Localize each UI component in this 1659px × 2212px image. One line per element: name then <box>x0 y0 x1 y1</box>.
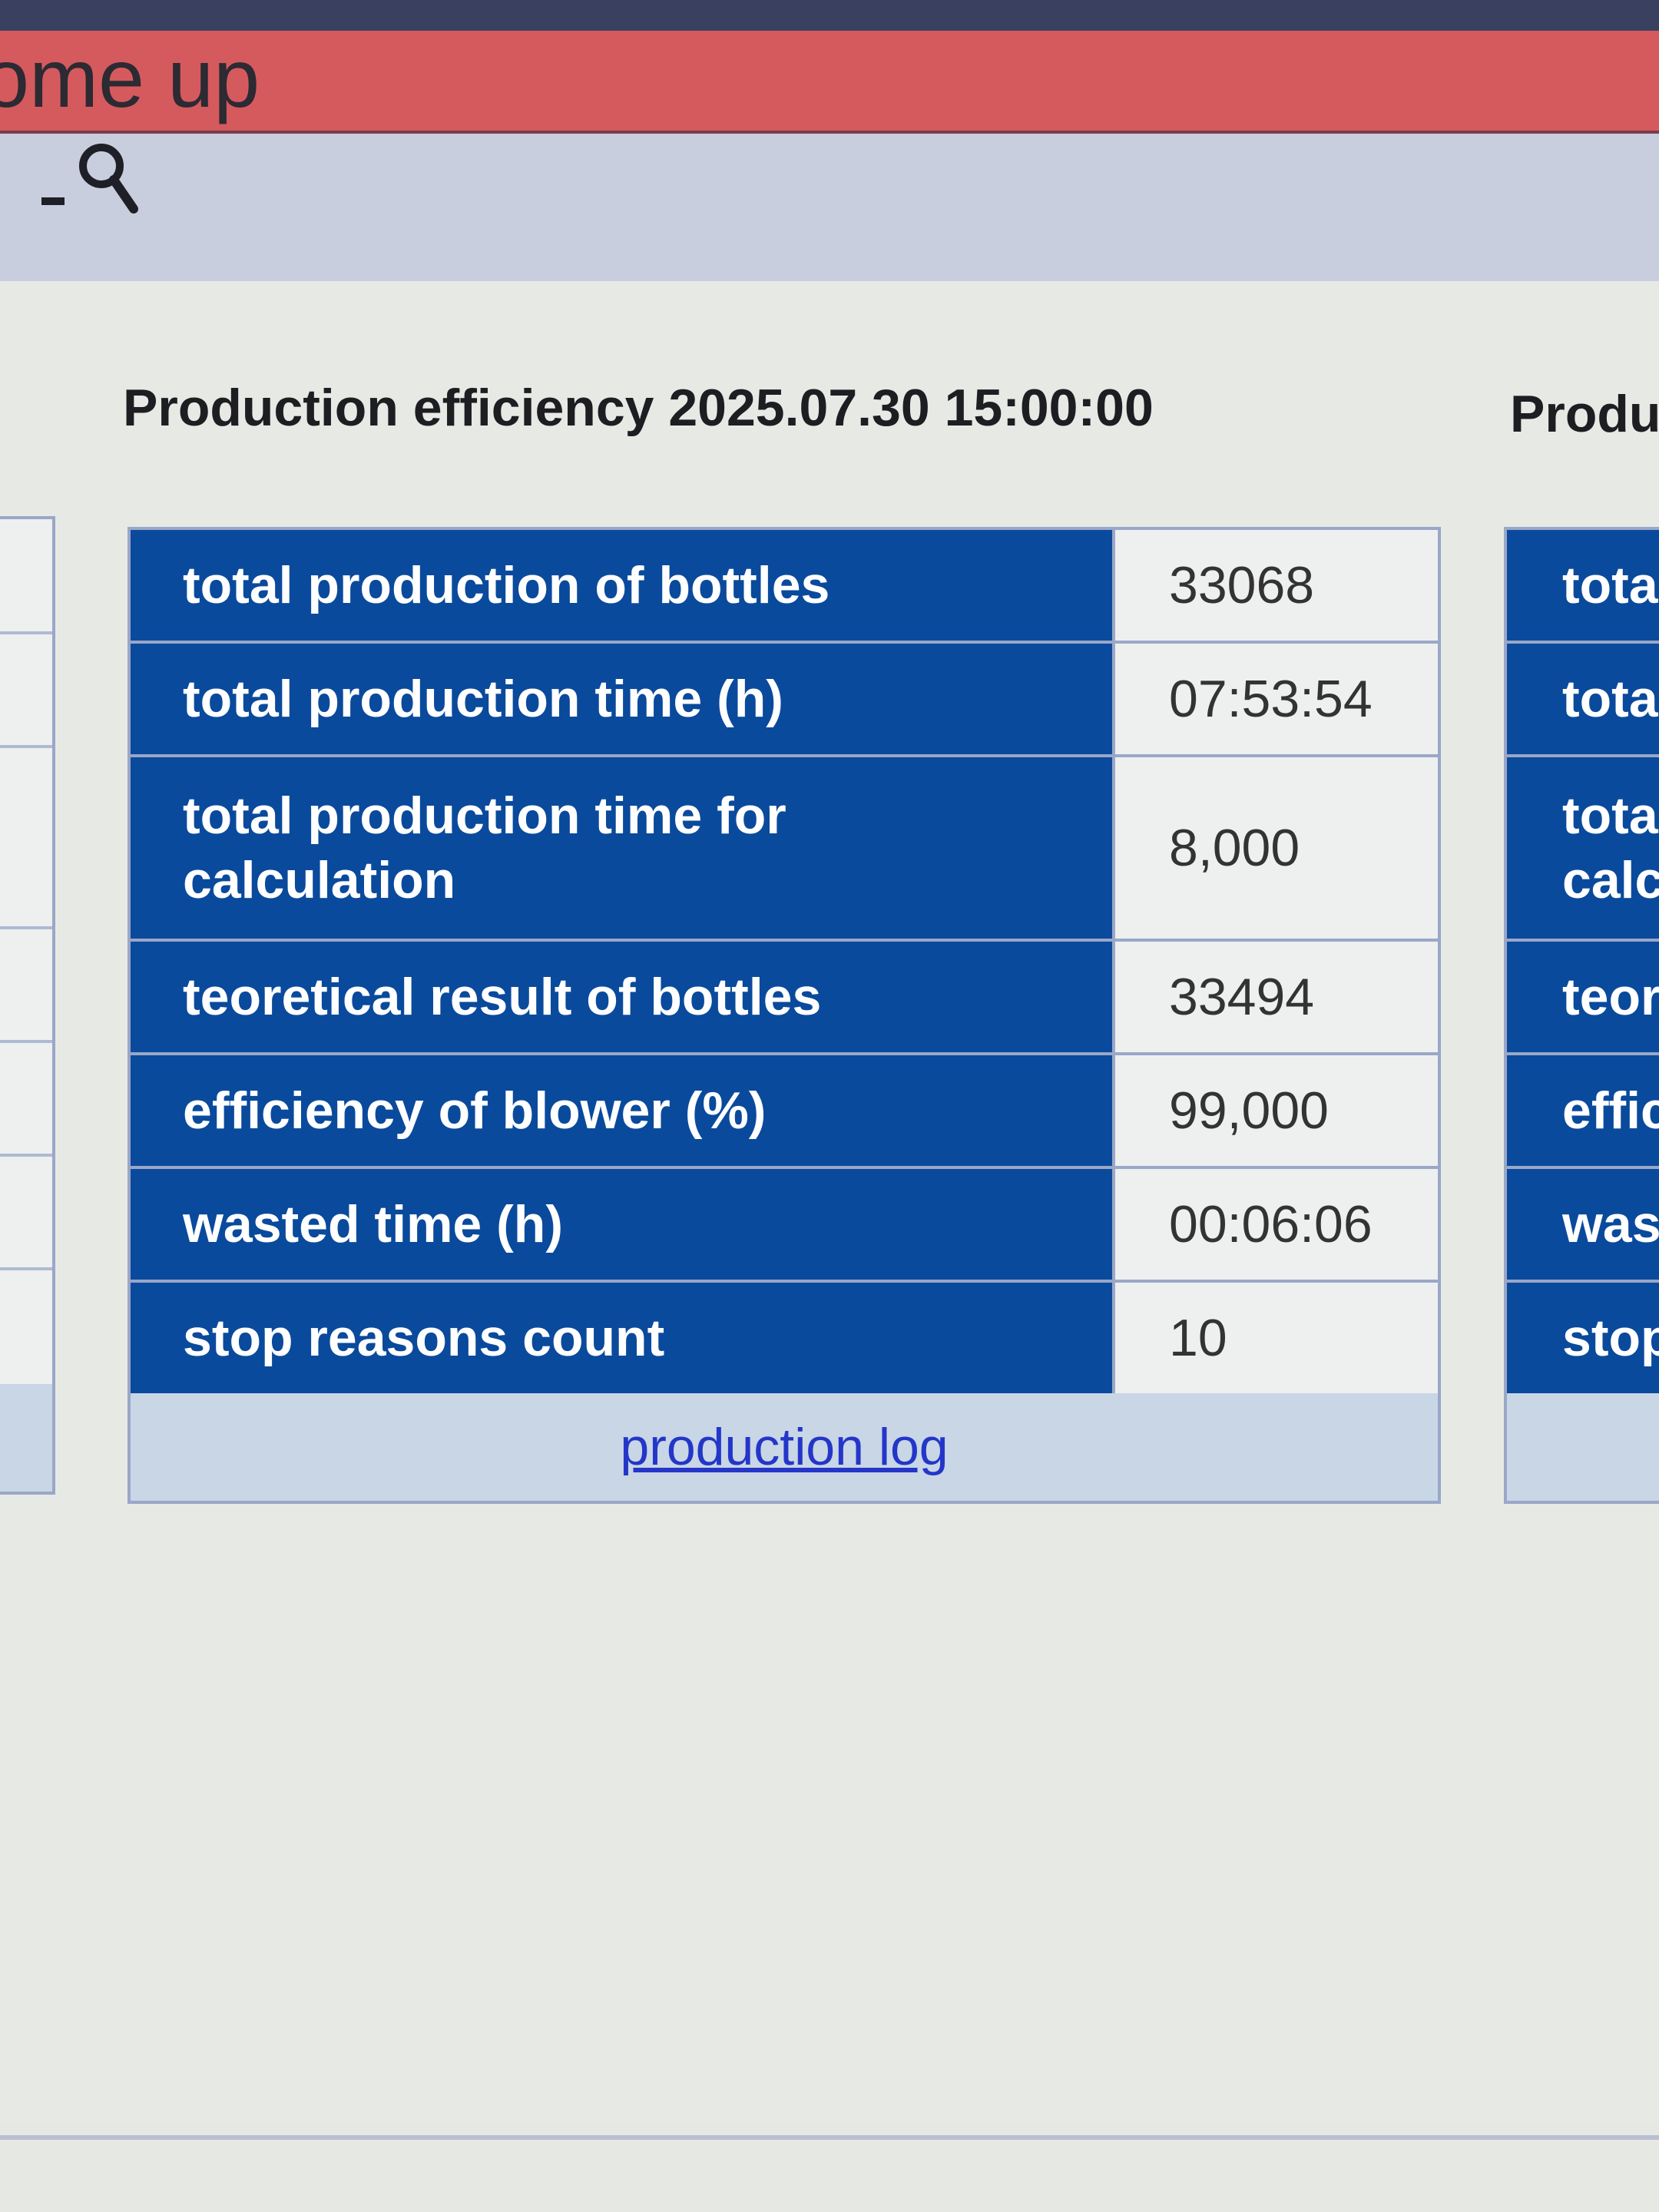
stat-label: wasted time (h) <box>131 1169 1112 1280</box>
table-row: teoretical result of bottles 33494 <box>131 942 1438 1055</box>
stat-label: efficiency of blower (%) <box>131 1055 1112 1166</box>
toolbar <box>0 134 1659 281</box>
right-table-footer <box>1507 1393 1659 1501</box>
header-bar: ome up <box>0 31 1659 134</box>
table-row: total production of bottles 33068 <box>131 530 1438 644</box>
table-row: efficiency of blower (%) 99,000 <box>131 1055 1438 1169</box>
left-stub-divider <box>0 745 52 748</box>
stat-label: total production time for calculation <box>131 757 1112 939</box>
search-button[interactable] <box>34 135 149 220</box>
table-row: stop reasons count 10 <box>131 1283 1438 1393</box>
left-panel-stub <box>0 516 55 1495</box>
right-panel-title: Produ <box>1510 385 1659 443</box>
left-stub-footer <box>0 1384 52 1492</box>
stat-value: 99,000 <box>1112 1055 1438 1166</box>
stat-label: stop reasons count <box>131 1283 1112 1393</box>
table-row: was <box>1507 1169 1659 1283</box>
stat-label: tota calc <box>1562 786 1659 909</box>
left-stub-divider <box>0 1154 52 1157</box>
stat-value: 33068 <box>1112 530 1438 641</box>
stat-value: 10 <box>1112 1283 1438 1393</box>
header-title: ome up <box>0 31 260 124</box>
stat-value: 00:06:06 <box>1112 1169 1438 1280</box>
stat-label: total production of bottles <box>131 530 1112 641</box>
table-row: tota <box>1507 644 1659 757</box>
stat-label: tota <box>1562 670 1658 728</box>
table-row: effic <box>1507 1055 1659 1169</box>
stat-label: was <box>1562 1195 1659 1253</box>
window-top-bar <box>0 0 1659 31</box>
bottom-divider <box>0 2135 1659 2140</box>
stat-value: 33494 <box>1112 942 1438 1052</box>
stat-label: stop <box>1562 1309 1659 1367</box>
production-log-link[interactable]: production log <box>620 1417 948 1477</box>
page: ome up Production efficiency 2025.07.30 … <box>0 0 1659 2212</box>
stat-label: teor <box>1562 968 1659 1026</box>
table-row: total production time (h) 07:53:54 <box>131 644 1438 757</box>
table-row: teor <box>1507 942 1659 1055</box>
table-row: total production time for calculation 8,… <box>131 757 1438 942</box>
left-stub-divider <box>0 631 52 634</box>
panel-title: Production efficiency 2025.07.30 15:00:0… <box>123 379 1154 437</box>
left-stub-divider <box>0 1267 52 1270</box>
search-icon <box>41 144 138 214</box>
stat-value: 07:53:54 <box>1112 644 1438 754</box>
stats-table: total production of bottles 33068 total … <box>127 527 1441 1504</box>
stat-label: total production time (h) <box>131 644 1112 754</box>
stat-value: 8,000 <box>1112 757 1438 939</box>
table-footer: production log <box>131 1393 1438 1501</box>
table-row: tota <box>1507 530 1659 644</box>
table-row: wasted time (h) 00:06:06 <box>131 1169 1438 1283</box>
table-row: tota calc <box>1507 757 1659 942</box>
table-row: stop <box>1507 1283 1659 1393</box>
left-stub-divider <box>0 1040 52 1043</box>
right-stats-table: tota tota tota calc teor effic was stop <box>1504 527 1659 1504</box>
left-stub-divider <box>0 926 52 929</box>
stat-label: teoretical result of bottles <box>131 942 1112 1052</box>
stat-label: effic <box>1562 1081 1659 1140</box>
stat-label: tota <box>1562 556 1658 614</box>
